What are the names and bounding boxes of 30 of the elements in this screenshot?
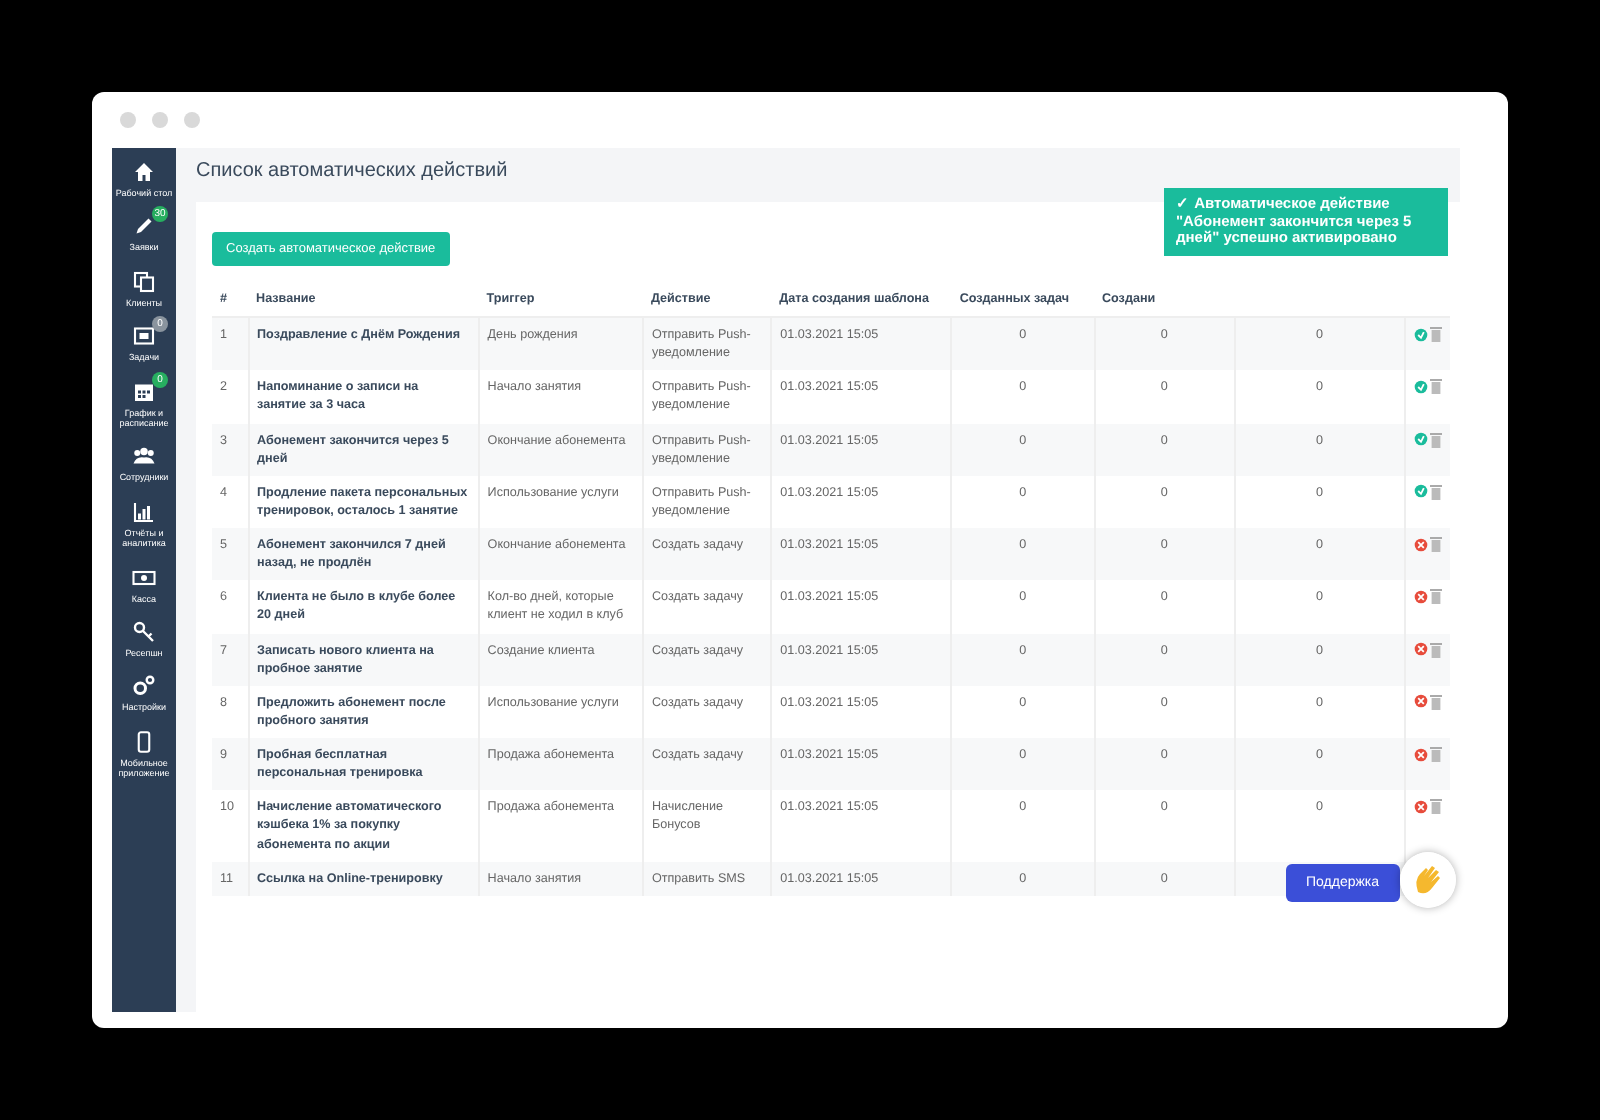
trash-icon[interactable] [1429,746,1442,762]
page-title: Список автоматических действий [196,160,510,182]
pen-icon [132,214,156,239]
trash-icon[interactable] [1429,693,1442,710]
trash-icon[interactable] [1429,326,1442,342]
stop-icon[interactable] [1413,694,1428,709]
trash-icon[interactable] [1429,798,1442,815]
trash-icon[interactable] [1429,483,1442,500]
trash-icon[interactable] [1429,378,1442,395]
stop-icon[interactable] [1413,747,1428,761]
cards-icon [132,269,156,294]
board-icon [132,324,156,349]
trash-icon[interactable] [1429,536,1442,552]
chart-icon [132,499,156,524]
calendar-icon [132,379,156,404]
people-icon [132,444,156,469]
stop-icon[interactable] [1413,799,1428,814]
window-dot[interactable] [184,112,200,128]
stop-icon[interactable] [1413,642,1428,656]
stop-icon[interactable] [1413,589,1428,604]
stop-icon[interactable] [1413,537,1428,551]
phone-icon [132,729,156,754]
trash-icon[interactable] [1429,431,1442,447]
home-icon [132,160,156,184]
trash-icon[interactable] [1429,588,1442,605]
trash-icon[interactable] [1429,641,1442,657]
cash-icon [132,565,156,590]
window-dot[interactable] [120,112,136,128]
key-icon [132,619,156,644]
window-dot[interactable] [152,112,168,128]
